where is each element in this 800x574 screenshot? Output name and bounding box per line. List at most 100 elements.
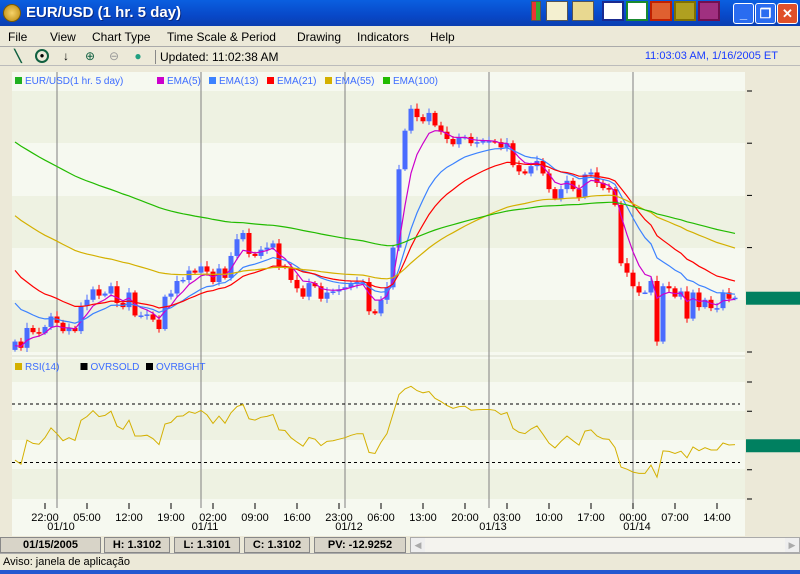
rsi-legend-label: OVRBGHT bbox=[156, 362, 205, 373]
candle-body bbox=[696, 292, 702, 308]
candle bbox=[78, 302, 84, 335]
candle-body bbox=[552, 189, 558, 199]
candle-body bbox=[414, 108, 420, 118]
candle-body bbox=[180, 279, 186, 282]
candle bbox=[654, 275, 660, 346]
candle-body bbox=[606, 188, 612, 190]
candle-body bbox=[564, 180, 570, 190]
legend-swatch bbox=[383, 77, 390, 84]
candle-body bbox=[666, 286, 672, 289]
candle-body bbox=[204, 266, 210, 272]
candle-body bbox=[378, 299, 384, 314]
candle-body bbox=[642, 292, 648, 294]
price-band bbox=[12, 91, 745, 143]
candle-body bbox=[90, 289, 96, 300]
candle-body bbox=[522, 171, 528, 174]
candle-body bbox=[396, 169, 402, 248]
rsi-band bbox=[12, 411, 745, 440]
price-chart[interactable]: EUR/USD(1 hr. 5 day) EMA(5) EMA(13) EMA(21)… bbox=[0, 0, 800, 536]
time-label: 06:00 bbox=[367, 512, 395, 524]
last-rsi-badge bbox=[746, 439, 800, 453]
time-label: 10:00 bbox=[535, 512, 563, 524]
status-close: C: 1.3102 bbox=[244, 537, 310, 553]
scroll-left-icon[interactable]: ◀ bbox=[411, 538, 425, 552]
candle-body bbox=[558, 189, 564, 199]
candle-body bbox=[252, 253, 258, 256]
rsi-legend-swatch bbox=[15, 363, 22, 370]
candle-body bbox=[630, 272, 636, 287]
candle-body bbox=[156, 319, 162, 330]
legend-label: EMA(21) bbox=[277, 76, 316, 87]
legend-swatch bbox=[267, 77, 274, 84]
rsi-band bbox=[12, 469, 745, 499]
status-message: Aviso: janela de aplicação bbox=[0, 553, 800, 570]
candle-body bbox=[330, 291, 336, 293]
time-label: 17:00 bbox=[577, 512, 605, 524]
candle-body bbox=[672, 288, 678, 297]
candle-body bbox=[576, 189, 582, 198]
candle-body bbox=[456, 137, 462, 145]
time-label: 09:00 bbox=[241, 512, 269, 524]
candle-body bbox=[30, 327, 36, 333]
legend-label: EMA(55) bbox=[335, 76, 374, 87]
candle-body bbox=[306, 283, 312, 297]
candle-body bbox=[168, 293, 174, 297]
candle-body bbox=[186, 270, 192, 280]
legend-swatch bbox=[157, 77, 164, 84]
candle-body bbox=[636, 286, 642, 293]
time-label: 16:00 bbox=[283, 512, 311, 524]
candle-body bbox=[270, 243, 276, 248]
candle-body bbox=[288, 267, 294, 280]
candle-body bbox=[684, 291, 690, 319]
legend-label: EMA(5) bbox=[167, 76, 201, 87]
candle bbox=[690, 289, 696, 321]
candle-body bbox=[516, 165, 522, 172]
time-label: 20:00 bbox=[451, 512, 479, 524]
candle-body bbox=[144, 314, 150, 316]
horizontal-scrollbar[interactable]: ◀ ▶ bbox=[410, 537, 800, 553]
candle-body bbox=[300, 288, 306, 297]
date-label: 01/10 bbox=[47, 521, 75, 533]
candle-body bbox=[588, 172, 594, 175]
candle-body bbox=[294, 279, 300, 289]
candle-body bbox=[432, 112, 438, 126]
candle bbox=[660, 283, 666, 344]
candle-body bbox=[624, 263, 630, 273]
status-pv: PV: -12.9252 bbox=[314, 537, 406, 553]
scroll-right-icon[interactable]: ▶ bbox=[785, 538, 799, 552]
date-label: 01/13 bbox=[479, 521, 507, 533]
candle-body bbox=[114, 286, 120, 303]
time-label: 14:00 bbox=[703, 512, 731, 524]
time-label: 05:00 bbox=[73, 512, 101, 524]
rsi-legend-swatch bbox=[80, 363, 88, 370]
legend-swatch bbox=[15, 77, 22, 84]
candle-body bbox=[234, 239, 240, 256]
rsi-legend-label: RSI(14) bbox=[25, 362, 59, 373]
candle-body bbox=[102, 293, 108, 296]
legend-label: EMA(100) bbox=[393, 76, 438, 87]
candle bbox=[432, 110, 438, 128]
status-datetime: 01/15/2005 16:01:00 bbox=[0, 537, 101, 565]
candle-body bbox=[240, 232, 246, 240]
candle-body bbox=[450, 139, 456, 145]
candle-body bbox=[690, 292, 696, 319]
rsi-legend-label: OVRSOLD bbox=[91, 362, 140, 373]
legend-swatch bbox=[209, 77, 216, 84]
candle-body bbox=[426, 112, 432, 122]
legend-swatch bbox=[325, 77, 332, 84]
taskbar bbox=[0, 570, 800, 574]
last-price-badge bbox=[746, 291, 800, 305]
candle bbox=[684, 286, 690, 323]
candle-body bbox=[480, 141, 486, 143]
time-label: 13:00 bbox=[409, 512, 437, 524]
candle-body bbox=[474, 142, 480, 144]
candle-body bbox=[36, 332, 42, 334]
candle-body bbox=[510, 143, 516, 166]
candle-body bbox=[324, 292, 330, 299]
candle-body bbox=[138, 315, 144, 317]
time-label: 07:00 bbox=[661, 512, 689, 524]
rsi-legend-swatch bbox=[146, 363, 153, 370]
candle-body bbox=[372, 311, 378, 314]
candle-body bbox=[714, 308, 720, 310]
candle-body bbox=[402, 130, 408, 170]
